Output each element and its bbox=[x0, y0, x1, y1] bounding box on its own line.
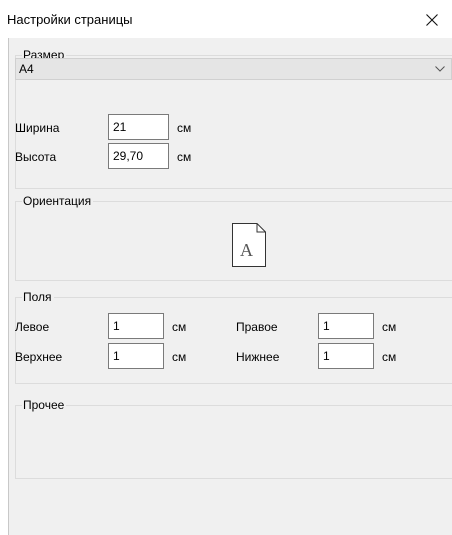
orientation-group: Ориентация A bbox=[15, 194, 452, 281]
height-input[interactable] bbox=[108, 143, 169, 169]
margin-bottom-input[interactable] bbox=[318, 343, 374, 369]
margin-left-input[interactable] bbox=[108, 313, 164, 339]
close-button[interactable] bbox=[408, 0, 452, 38]
height-unit: см bbox=[177, 150, 192, 164]
margin-left-label: Левое bbox=[15, 320, 50, 334]
height-label: Высота bbox=[15, 150, 57, 164]
page-setup-dialog: Настройки страницы Размер A4 Ширина см В… bbox=[0, 0, 452, 535]
portrait-page-icon[interactable]: A bbox=[232, 223, 266, 267]
chevron-down-icon bbox=[435, 66, 445, 72]
margins-group-legend: Поля bbox=[22, 290, 54, 304]
close-icon bbox=[426, 14, 438, 26]
margin-top-unit: см bbox=[172, 350, 187, 364]
dialog-content: Размер A4 Ширина см Высота см Ориентация… bbox=[9, 38, 452, 535]
paper-size-value: A4 bbox=[19, 62, 34, 76]
dialog-title: Настройки страницы bbox=[7, 12, 133, 27]
margin-top-input[interactable] bbox=[108, 343, 164, 369]
width-label: Ширина bbox=[15, 121, 60, 135]
paper-size-select[interactable]: A4 bbox=[15, 58, 452, 80]
margin-left-unit: см bbox=[172, 320, 187, 334]
width-input[interactable] bbox=[108, 114, 169, 140]
margin-right-input[interactable] bbox=[318, 313, 374, 339]
other-group: Прочее bbox=[15, 398, 452, 479]
orientation-group-legend: Ориентация bbox=[22, 194, 94, 208]
other-group-legend: Прочее bbox=[22, 398, 67, 412]
title-bar: Настройки страницы bbox=[0, 0, 452, 38]
margin-bottom-unit: см bbox=[382, 350, 397, 364]
window-left-border bbox=[0, 38, 9, 535]
width-unit: см bbox=[177, 121, 192, 135]
margin-right-unit: см bbox=[382, 320, 397, 334]
margins-group: Поля bbox=[15, 290, 452, 384]
margin-top-label: Верхнее bbox=[15, 350, 63, 364]
page-letter: A bbox=[240, 240, 253, 260]
margin-right-label: Правое bbox=[236, 320, 278, 334]
margin-bottom-label: Нижнее bbox=[236, 350, 280, 364]
